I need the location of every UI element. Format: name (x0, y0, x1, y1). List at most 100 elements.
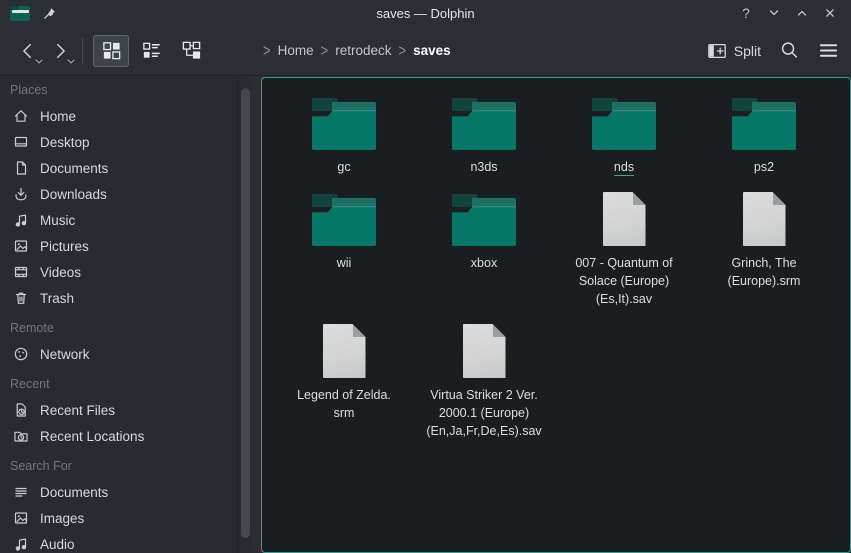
file-grid: gc n3ds nds ps2 wii xbox 007 - Quantum ofSolac… (274, 90, 850, 450)
sidebar-item-label: Trash (40, 291, 74, 306)
folder-icon (452, 98, 516, 150)
item-label: 007 - Quantum ofSolace (Europe)(Es,It).s… (575, 254, 672, 308)
videos-icon (13, 264, 29, 280)
sidebar-item-trash[interactable]: Trash (0, 285, 236, 311)
back-dropdown-caret[interactable] (35, 59, 43, 64)
section-header-recent: Recent (0, 371, 236, 397)
breadcrumb-segment-home[interactable]: Home (278, 43, 314, 58)
tree-view-button[interactable] (173, 35, 209, 67)
sidebar-item-label: Recent Files (40, 403, 115, 418)
toolbar: > Home > retrodeck > saves Split (0, 26, 851, 76)
trash-icon (13, 290, 29, 306)
search-documents-icon (13, 484, 29, 500)
network-icon (13, 346, 29, 362)
item-label: nds (614, 158, 634, 176)
sidebar-item-label: Images (40, 511, 84, 526)
sidebar-item-label: Documents (40, 485, 108, 500)
sidebar-item-label: Documents (40, 161, 108, 176)
pin-icon[interactable] (42, 6, 57, 21)
menu-button[interactable] (818, 40, 839, 61)
sidebar-item-label: Desktop (40, 135, 90, 150)
sidebar-item-audio[interactable]: Audio (0, 531, 236, 553)
sidebar-item-documents[interactable]: Documents (0, 479, 236, 505)
file-icon (743, 192, 786, 246)
details-view-button[interactable] (133, 35, 169, 67)
window-controls: ? (735, 3, 841, 23)
desktop-icon (13, 134, 29, 150)
folder-item-wii[interactable]: wii (274, 186, 414, 282)
sidebar-item-downloads[interactable]: Downloads (0, 181, 236, 207)
forward-dropdown-caret[interactable] (67, 59, 75, 64)
folder-item-ps2[interactable]: ps2 (694, 90, 834, 186)
sidebar-item-desktop[interactable]: Desktop (0, 129, 236, 155)
sidebar-scrollbar[interactable] (241, 88, 250, 538)
split-label: Split (734, 43, 761, 59)
item-label: Grinch, The(Europe).srm (728, 254, 801, 290)
sidebar-item-label: Videos (40, 265, 81, 280)
file-item-grinch-the[interactable]: Grinch, The(Europe).srm (694, 186, 834, 300)
breadcrumb-separator: > (321, 41, 329, 60)
breadcrumb-segment-saves[interactable]: saves (413, 43, 451, 58)
breadcrumb-separator: > (263, 41, 271, 60)
sidebar-divider (237, 77, 238, 553)
help-button[interactable]: ? (735, 3, 757, 23)
sidebar-sections: Places Home Desktop Documents Downloads Music… (0, 77, 236, 553)
sidebar-item-home[interactable]: Home (0, 103, 236, 129)
section-header-places: Places (0, 77, 236, 103)
sidebar-item-label: Pictures (40, 239, 89, 254)
sidebar-item-videos[interactable]: Videos (0, 259, 236, 285)
maximize-button[interactable] (791, 3, 813, 23)
folder-item-nds[interactable]: nds (554, 90, 694, 186)
folder-view[interactable]: gc n3ds nds ps2 wii xbox 007 - Quantum ofSolac… (261, 77, 851, 553)
item-label: n3ds (470, 158, 497, 176)
folder-item-xbox[interactable]: xbox (414, 186, 554, 282)
sidebar-item-label: Downloads (40, 187, 107, 202)
sidebar-item-images[interactable]: Images (0, 505, 236, 531)
places-panel: Places Home Desktop Documents Downloads Music… (0, 77, 252, 553)
breadcrumb: > Home > retrodeck > saves (263, 43, 451, 58)
folder-icon (312, 98, 376, 150)
file-item-007-quantum-of[interactable]: 007 - Quantum ofSolace (Europe)(Es,It).s… (554, 186, 694, 318)
pictures-icon (13, 238, 29, 254)
window-title: saves — Dolphin (0, 6, 851, 21)
sidebar-item-label: Recent Locations (40, 429, 144, 444)
dolphin-app-icon (10, 6, 30, 21)
file-item-virtua-striker-2-ver-[interactable]: Virtua Striker 2 Ver.2000.1 (Europe)(En,… (414, 318, 554, 450)
folder-item-n3ds[interactable]: n3ds (414, 90, 554, 186)
sidebar-item-label: Audio (40, 537, 75, 552)
sidebar-item-documents[interactable]: Documents (0, 155, 236, 181)
documents-icon (13, 160, 29, 176)
breadcrumb-separator: > (398, 41, 406, 60)
split-button[interactable]: Split (707, 41, 761, 61)
split-icon (707, 41, 727, 61)
folder-item-gc[interactable]: gc (274, 90, 414, 186)
file-item-legend-of-zelda-[interactable]: Legend of Zelda.srm (274, 318, 414, 432)
recent-files-icon (13, 402, 29, 418)
sidebar-item-network[interactable]: Network (0, 341, 236, 367)
section-header-remote: Remote (0, 315, 236, 341)
forward-button[interactable] (44, 35, 76, 67)
file-icon (463, 324, 506, 378)
item-label: Virtua Striker 2 Ver.2000.1 (Europe)(En,… (426, 386, 541, 440)
file-icon (603, 192, 646, 246)
sidebar-item-music[interactable]: Music (0, 207, 236, 233)
icons-view-button[interactable] (93, 35, 129, 67)
item-label: ps2 (754, 158, 774, 176)
sidebar-item-recent-locations[interactable]: Recent Locations (0, 423, 236, 449)
music-icon (13, 212, 29, 228)
minimize-button[interactable] (763, 3, 785, 23)
downloads-icon (13, 186, 29, 202)
back-button[interactable] (12, 35, 44, 67)
search-images-icon (13, 510, 29, 526)
sidebar-item-label: Home (40, 109, 76, 124)
recent-locations-icon (13, 428, 29, 444)
sidebar-item-label: Network (40, 347, 90, 362)
search-button[interactable] (779, 40, 800, 61)
breadcrumb-segment-retrodeck[interactable]: retrodeck (335, 43, 391, 58)
item-label: xbox (471, 254, 497, 272)
close-button[interactable] (819, 3, 841, 23)
sidebar-item-pictures[interactable]: Pictures (0, 233, 236, 259)
item-label: gc (337, 158, 350, 176)
folder-icon (452, 194, 516, 246)
sidebar-item-recent-files[interactable]: Recent Files (0, 397, 236, 423)
